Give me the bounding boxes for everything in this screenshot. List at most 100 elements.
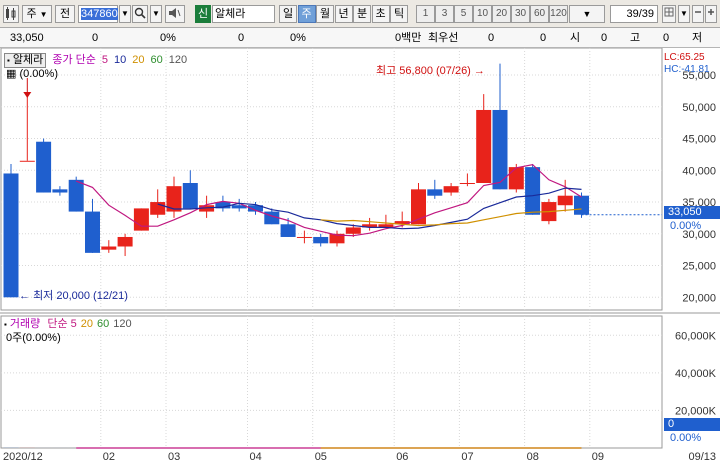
search-dropdown-icon[interactable]: ▼	[150, 5, 162, 23]
grid-icon[interactable]	[662, 5, 676, 23]
tab-interval-3[interactable]: 3	[435, 5, 454, 23]
high-annotation: 최고 56,800 (07/26) →	[376, 62, 485, 78]
candle-body	[133, 208, 149, 231]
candle-body	[427, 189, 443, 196]
volume-tag: 0주(0.00%)	[6, 332, 61, 344]
volume-legend-item: 120	[113, 318, 132, 330]
x-tick-label: 03	[168, 451, 180, 463]
price-legend-item: 60	[150, 54, 163, 66]
arrow-left-icon: ←	[19, 290, 30, 302]
price-tick-label: 20,000	[682, 292, 716, 304]
stock-tag[interactable]: ▪ 알체라	[4, 53, 47, 68]
tab-period-4[interactable]: 분	[353, 5, 371, 23]
candle-body	[68, 179, 84, 212]
price-legend-item: 종가 단순	[52, 54, 96, 66]
tab-interval-20[interactable]: 20	[492, 5, 511, 23]
tab-period-0[interactable]: 일	[279, 5, 297, 23]
quote-infobar: 33,050 0 0% 0 0% 0백만 최우선 0 0 시 0 고 0 저	[0, 28, 720, 48]
search-icon[interactable]	[132, 5, 148, 23]
code-dropdown-icon[interactable]: ▼	[119, 5, 131, 23]
tab-interval-5[interactable]: 5	[454, 5, 473, 23]
hc-label: HC:-41.81	[664, 64, 710, 75]
tab-period-5[interactable]: 초	[371, 5, 390, 23]
current-volume-pct-tag: 0.00%	[670, 432, 702, 444]
candle-body	[85, 211, 100, 253]
stock-chart[interactable]: 55,000 50,000 45,000 40,000 35,000 30,000 25,0…	[0, 48, 720, 463]
price-legend-item: 5	[101, 54, 109, 66]
candle-body	[459, 183, 475, 184]
stock-tag-label: 알체라	[12, 54, 44, 66]
quote-price: 33,050	[10, 32, 44, 44]
stock-name-field[interactable]: 알체라	[212, 5, 275, 23]
toolbar: 주 ▼ 전 347860 ▼ ▼ 신 알체라 일주월년분초틱 1 3 5 10 20 30…	[0, 0, 720, 28]
candle-body	[313, 236, 329, 244]
mode-select-label: 주	[26, 8, 37, 20]
mode-select[interactable]: 주 ▼	[22, 5, 52, 23]
price-change-tag: ▦ (0.00%)	[6, 68, 58, 81]
candle-body	[19, 160, 35, 162]
candle-body	[508, 167, 524, 190]
x-tick-label: 02	[103, 451, 115, 463]
speaker-icon[interactable]	[165, 5, 185, 23]
volume-tick-label: 20,000K	[675, 405, 717, 417]
quote-priority-label: 최우선	[428, 32, 459, 44]
quote-volume: 0	[238, 32, 245, 44]
arrow-right-icon: →	[473, 65, 485, 77]
quote-priority-value: 0	[488, 32, 495, 44]
volume-panel-frame	[0, 315, 663, 449]
candle-body	[296, 236, 312, 238]
low-annotation: ← 최저 20,000 (12/21)	[19, 287, 128, 303]
candle-body	[3, 173, 19, 298]
price-tick-label: 45,000	[682, 134, 716, 146]
candle-body	[476, 109, 492, 183]
price-legend-item: 120	[168, 54, 188, 66]
zoom-in-icon[interactable]	[705, 5, 717, 23]
tab-period-2[interactable]: 월	[316, 5, 334, 23]
tab-period-6[interactable]: 틱	[390, 5, 408, 23]
volume-legend-item: 60	[97, 318, 110, 330]
chart-type-icon[interactable]	[3, 5, 19, 23]
volume-legend-item: 단순 5	[47, 318, 77, 330]
table-icon: ▦	[6, 68, 17, 80]
candle-body	[525, 167, 541, 215]
tab-period-1[interactable]: 주	[297, 5, 316, 23]
price-tick-label: 50,000	[682, 102, 716, 114]
tab-interval-1[interactable]: 1	[416, 5, 435, 23]
stock-code-input[interactable]: 347860	[78, 5, 118, 23]
price-legend-item: 10	[114, 54, 127, 66]
x-tick-label: 05	[315, 451, 327, 463]
tab-interval-60[interactable]: 60	[530, 5, 549, 23]
candle-body	[345, 227, 361, 234]
volume-legend-items: 단순 5 20 60 120	[43, 318, 131, 330]
x-right-label: 09/13	[688, 451, 716, 463]
candle-body	[557, 195, 573, 206]
price-tick-label: 40,000	[682, 165, 716, 177]
quote-change-pct: 0%	[160, 32, 176, 44]
price-tick-label: 25,000	[682, 261, 716, 273]
candle-body	[52, 189, 68, 193]
tab-interval-10[interactable]: 10	[473, 5, 492, 23]
candle-count: 39/39	[610, 5, 658, 23]
zoom-out-icon[interactable]	[692, 5, 704, 23]
interval-dropdown[interactable]: ▼	[569, 5, 605, 23]
quote-amount: 0백만	[395, 32, 422, 44]
quote-volume-pct: 0%	[290, 32, 306, 44]
x-tick-label: 09	[592, 451, 604, 463]
price-legend-item: 20	[132, 54, 145, 66]
candle-body	[182, 183, 198, 209]
volume-tick-label: 40,000K	[675, 368, 717, 380]
tab-period-3[interactable]: 년	[334, 5, 353, 23]
chart-canvas[interactable]: 55,00050,00045,00040,00035,00030,00025,0…	[0, 48, 720, 464]
tab-interval-30[interactable]: 30	[511, 5, 530, 23]
low-annotation-label: 최저 20,000 (12/21)	[33, 290, 128, 302]
stock-name-value: 알체라	[215, 8, 246, 20]
grid-dropdown-icon[interactable]: ▼	[678, 5, 690, 23]
quote-high-value: 0	[663, 32, 670, 44]
tab-interval-120[interactable]: 120	[549, 5, 568, 23]
candle-body	[443, 186, 459, 193]
candle-body	[117, 236, 133, 247]
prev-button[interactable]: 전	[55, 5, 75, 23]
volume-legend-item: 20	[80, 318, 94, 330]
high-annotation-label: 최고 56,800 (07/26)	[376, 65, 471, 77]
new-badge: 신	[195, 5, 211, 23]
